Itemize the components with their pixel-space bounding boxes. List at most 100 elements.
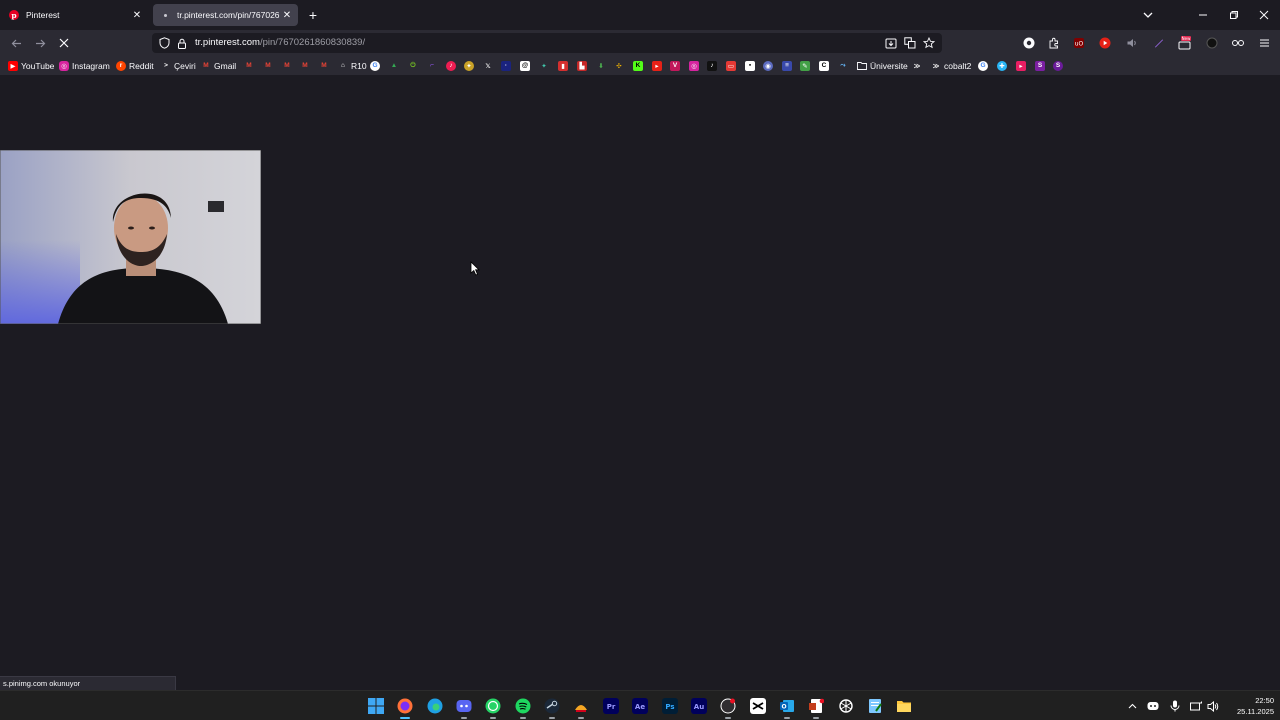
tiktok-icon[interactable]: ♪ (446, 59, 459, 72)
bookmark-purple-icon[interactable]: ⌐ (427, 59, 440, 72)
address-bar[interactable]: tr.pinterest.com/pin/767026186083083​9/ (152, 33, 942, 53)
chevron-right-double-icon[interactable]: ≫ (912, 59, 925, 72)
download-page-icon[interactable] (884, 36, 898, 50)
aftereffects-icon[interactable]: Ae (629, 695, 651, 717)
kick-icon[interactable]: K (633, 59, 646, 72)
translate-icon[interactable] (903, 36, 917, 50)
red-chart-icon[interactable]: ▮ (558, 59, 571, 72)
drive-icon[interactable]: ▲ (389, 59, 402, 72)
app-icon[interactable] (570, 695, 592, 719)
url-text[interactable]: tr.pinterest.com/pin/767026186083083​9/ (195, 37, 365, 48)
files-icon[interactable] (893, 695, 915, 717)
menu-hamburger-icon[interactable] (1256, 35, 1272, 51)
dark-circle-extension-icon[interactable] (1204, 35, 1220, 51)
download-green-icon[interactable]: ⬇ (596, 59, 609, 72)
bookmark-ceviri[interactable]: > Çeviri (161, 59, 196, 72)
chevron-up-icon[interactable] (1125, 699, 1139, 713)
s-violet-icon[interactable]: S (1053, 59, 1066, 72)
bar-chart-icon[interactable]: ▙ (577, 59, 590, 72)
capcut-icon[interactable] (747, 695, 769, 717)
premiere-icon[interactable]: Pr (600, 695, 622, 717)
chatgpt-icon[interactable] (835, 695, 857, 717)
power-icon[interactable]: ⏻ (408, 59, 421, 72)
loading-dot-icon (159, 9, 171, 21)
audition-icon[interactable]: Au (688, 695, 710, 717)
extension-dark-icon[interactable] (1021, 35, 1037, 51)
white-square-icon[interactable]: ▪ (745, 59, 758, 72)
close-tab-icon[interactable]: ✕ (130, 10, 144, 21)
bookmark-gmail[interactable]: M Gmail (201, 59, 236, 72)
bookmark-star-icon[interactable] (922, 36, 936, 50)
firefox-icon[interactable] (394, 695, 416, 719)
private-mask-icon[interactable] (1230, 35, 1246, 51)
gmail-icon[interactable]: M (263, 59, 276, 72)
bookmark-cobalt2[interactable]: ≫ cobalt2 (931, 59, 972, 72)
bookmark-youtube[interactable]: ▶ YouTube (8, 59, 54, 72)
restore-icon[interactable] (1226, 7, 1242, 23)
photoshop-icon[interactable]: Ps (659, 695, 681, 717)
pink-icon[interactable]: ▸ (1016, 59, 1029, 72)
close-tab-icon[interactable]: ✕ (280, 10, 294, 21)
discord-tray-icon[interactable] (1146, 699, 1160, 713)
pen-extension-icon[interactable] (1151, 35, 1167, 51)
volume-extension-icon[interactable] (1124, 35, 1140, 51)
ublock-icon[interactable]: uO (1071, 35, 1087, 51)
s-purple-icon[interactable]: S (1035, 59, 1048, 72)
threads-icon[interactable]: @ (520, 59, 533, 72)
tab-pinterest-pin[interactable]: tr.pinterest.com/pin/767026186 ✕ (153, 4, 298, 26)
notepad-icon[interactable] (864, 695, 886, 717)
yellow-badge-icon[interactable]: ✦ (464, 59, 477, 72)
bookmark-folder-universite[interactable]: Üniversite (857, 59, 908, 72)
puzzle-yellow-icon[interactable]: ✣ (614, 59, 627, 72)
new-feature-icon[interactable]: New (1177, 35, 1193, 51)
green-leaf-icon[interactable]: ✎ (800, 59, 813, 72)
c-icon[interactable]: C (819, 59, 832, 72)
blue-drop-icon[interactable]: ✚ (997, 59, 1010, 72)
forward-arrow-icon[interactable] (32, 35, 48, 51)
gmail-icon[interactable]: M (282, 59, 295, 72)
gmail-icon[interactable]: M (319, 59, 332, 72)
network-icon[interactable] (1189, 699, 1203, 713)
gmail-icon[interactable]: M (244, 59, 257, 72)
lock-icon[interactable] (175, 36, 189, 50)
google-icon[interactable]: G (978, 59, 991, 72)
tiktok-icon[interactable]: ♪ (707, 59, 720, 72)
tab-pinterest[interactable]: p Pinterest ✕ (2, 4, 148, 26)
new-tab-button[interactable]: + (306, 6, 320, 24)
v-icon[interactable]: V (670, 59, 683, 72)
gmail-icon[interactable]: M (300, 59, 313, 72)
bookmark-instagram[interactable]: ◎ Instagram (59, 59, 110, 72)
extensions-puzzle-icon[interactable] (1046, 35, 1062, 51)
minimize-icon[interactable] (1195, 7, 1211, 23)
stop-loading-icon[interactable] (56, 35, 72, 51)
sparkle-icon[interactable]: ✦ (539, 59, 552, 72)
google-icon[interactable]: G (370, 59, 383, 72)
taskbar-clock[interactable]: 22:50 25.11.2025 (1222, 695, 1274, 717)
bookmark-reddit[interactable]: r Reddit (116, 59, 154, 72)
steam-icon[interactable] (541, 695, 563, 719)
x-icon[interactable]: 𝕏 (483, 59, 496, 72)
discord-icon[interactable] (453, 695, 475, 719)
microphone-icon[interactable] (1168, 699, 1182, 713)
spotify-icon[interactable] (512, 695, 534, 719)
shield-icon[interactable] (157, 36, 171, 50)
list-all-tabs-icon[interactable] (1142, 9, 1154, 21)
youtube-extension-icon[interactable] (1097, 35, 1113, 51)
edge-icon[interactable] (424, 695, 446, 717)
youtube-red-icon[interactable]: ▸ (652, 59, 665, 72)
red-box-icon[interactable]: ▭ (726, 59, 739, 72)
back-arrow-icon[interactable] (8, 35, 24, 51)
instagram-icon[interactable]: ◎ (689, 59, 702, 72)
blue-square-icon[interactable]: · (501, 59, 514, 72)
close-window-icon[interactable] (1256, 7, 1272, 23)
start-icon[interactable] (365, 695, 387, 717)
bookmark-r10[interactable]: ⌂ R10 (338, 59, 367, 72)
blue-tool-icon[interactable]: ⤳ (838, 59, 851, 72)
office-icon[interactable] (805, 695, 827, 719)
whatsapp-icon[interactable] (482, 695, 504, 719)
obs-icon[interactable] (717, 695, 739, 719)
speaker-icon[interactable] (1206, 699, 1220, 713)
stripes-icon[interactable]: ≡ (782, 59, 795, 72)
blue-circle-icon[interactable]: ◉ (763, 59, 776, 72)
outlook-icon[interactable]: O (776, 695, 798, 719)
